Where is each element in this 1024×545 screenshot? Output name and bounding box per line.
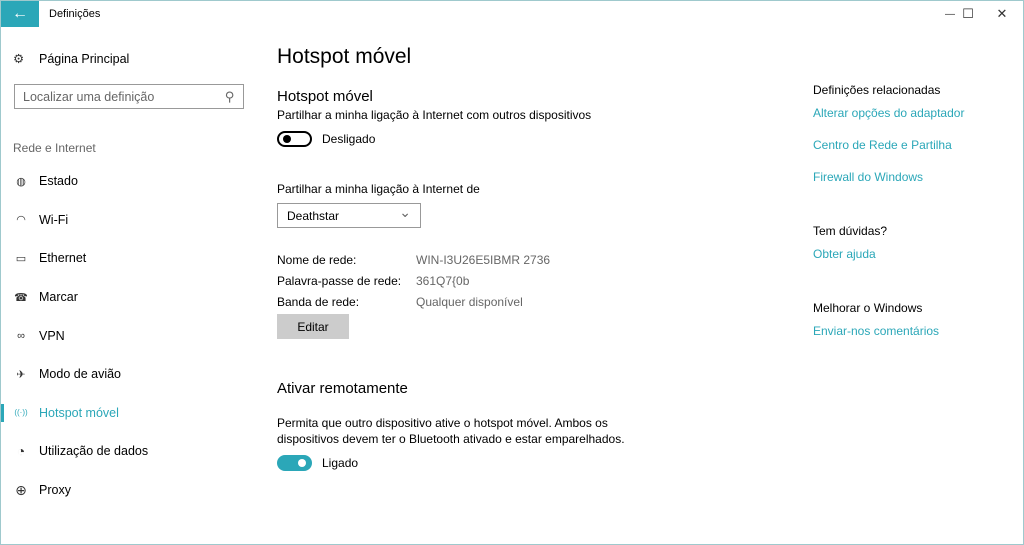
search-icon[interactable]: ⚲ — [225, 89, 235, 105]
sidebar-item-wifi[interactable]: ◠ Wi-Fi — [1, 201, 256, 240]
sidebar-item-data-usage[interactable]: ◔ Utilização de dados — [1, 432, 256, 471]
back-arrow-icon: ← — [12, 5, 28, 22]
ethernet-icon: ▭ — [15, 252, 27, 265]
sidebar-item-label: Hotspot móvel — [39, 405, 119, 420]
link-adapter-options[interactable]: Alterar opções do adaptador — [813, 106, 964, 120]
vpn-icon: ∞ — [17, 329, 25, 342]
search-input[interactable]: Localizar uma definição ⚲ — [14, 84, 244, 109]
edit-button[interactable]: Editar — [277, 314, 349, 339]
sidebar-nav: ◍ Estado ◠ Wi-Fi ▭ Ethernet ☎ Marcar ∞ V… — [1, 162, 256, 509]
home-link[interactable]: ⚙ Página Principal — [13, 51, 130, 67]
hotspot-icon: ((·)) — [14, 408, 28, 418]
sidebar-item-label: Wi-Fi — [39, 212, 69, 227]
network-name-value: WIN-I3U26E5IBMR 2736 — [416, 253, 551, 267]
maximize-button[interactable]: ☐ — [950, 1, 986, 27]
sidebar-item-label: VPN — [39, 328, 65, 343]
sidebar-item-label: Proxy — [39, 483, 71, 498]
maximize-icon: ☐ — [962, 6, 974, 21]
link-windows-firewall[interactable]: Firewall do Windows — [813, 170, 923, 184]
title-bar: ← Definições — ☐ ✕ — [1, 1, 1023, 29]
section-label: Rede e Internet — [13, 141, 96, 155]
sidebar-item-proxy[interactable]: ⊕ Proxy — [1, 471, 256, 510]
network-password-label: Palavra-passe de rede: — [277, 274, 402, 288]
sidebar-item-marcar[interactable]: ☎ Marcar — [1, 278, 256, 317]
sidebar: ⚙ Página Principal Localizar uma definiç… — [1, 29, 256, 544]
related-settings-heading: Definições relacionadas — [813, 83, 941, 97]
improve-heading: Melhorar o Windows — [813, 301, 923, 315]
network-band-value: Qualquer disponível — [416, 295, 523, 309]
remote-description-line1: Permita que outro dispositivo ative o ho… — [277, 416, 608, 430]
gear-icon: ⚙ — [13, 52, 25, 66]
airplane-icon: ✈ — [16, 368, 26, 381]
search-placeholder: Localizar uma definição — [23, 89, 155, 104]
hotspot-toggle-label: Desligado — [322, 132, 376, 146]
sidebar-item-label: Marcar — [39, 290, 78, 305]
remote-toggle[interactable] — [277, 455, 312, 471]
remote-description-line2: dispositivos devem ter o Bluetooth ativa… — [277, 432, 625, 446]
sidebar-item-mobile-hotspot[interactable]: ((·)) Hotspot móvel — [1, 394, 256, 433]
hotspot-toggle[interactable] — [277, 131, 312, 147]
data-usage-icon: ◔ — [16, 443, 26, 460]
share-from-dropdown[interactable]: Deathstar ⌄ — [277, 203, 421, 228]
globe-icon: ⊕ — [15, 481, 27, 498]
link-send-feedback[interactable]: Enviar-nos comentários — [813, 324, 939, 338]
remote-toggle-label: Ligado — [322, 456, 359, 470]
help-heading: Tem dúvidas? — [813, 224, 888, 238]
settings-window: ← Definições — ☐ ✕ ⚙ Página Principal Lo… — [0, 0, 1024, 545]
network-band-label: Banda de rede: — [277, 295, 360, 309]
sidebar-item-airplane-mode[interactable]: ✈ Modo de avião — [1, 355, 256, 394]
chevron-down-icon: ⌄ — [399, 204, 411, 220]
home-label: Página Principal — [39, 51, 130, 66]
sidebar-item-label: Modo de avião — [39, 367, 122, 382]
sidebar-item-ethernet[interactable]: ▭ Ethernet — [1, 239, 256, 278]
window-title: Definições — [49, 8, 101, 20]
close-button[interactable]: ✕ — [984, 1, 1020, 27]
share-from-label: Partilhar a minha ligação à Internet de — [277, 182, 480, 196]
page-title: Hotspot móvel — [277, 45, 412, 68]
remote-heading: Ativar remotamente — [277, 380, 408, 397]
sidebar-item-estado[interactable]: ◍ Estado — [1, 162, 256, 201]
dropdown-value: Deathstar — [287, 208, 340, 223]
hotspot-description: Partilhar a minha ligação à Internet com… — [277, 108, 592, 122]
wifi-icon: ◠ — [16, 214, 26, 227]
sidebar-item-vpn[interactable]: ∞ VPN — [1, 316, 256, 355]
sidebar-item-label: Utilização de dados — [39, 444, 149, 459]
globe-status-icon: ◍ — [16, 175, 26, 188]
network-password-value: 361Q7{0b — [416, 274, 470, 288]
back-button[interactable]: ← — [1, 1, 39, 27]
toggle-knob — [283, 135, 291, 143]
sidebar-item-label: Estado — [39, 174, 78, 189]
hotspot-heading: Hotspot móvel — [277, 88, 373, 105]
link-get-help[interactable]: Obter ajuda — [813, 247, 876, 261]
dialup-phone-icon: ☎ — [14, 291, 28, 304]
sidebar-item-label: Ethernet — [39, 251, 87, 266]
toggle-knob — [298, 459, 306, 467]
close-icon: ✕ — [996, 6, 1008, 21]
network-name-label: Nome de rede: — [277, 253, 357, 267]
link-network-sharing-center[interactable]: Centro de Rede e Partilha — [813, 138, 952, 152]
